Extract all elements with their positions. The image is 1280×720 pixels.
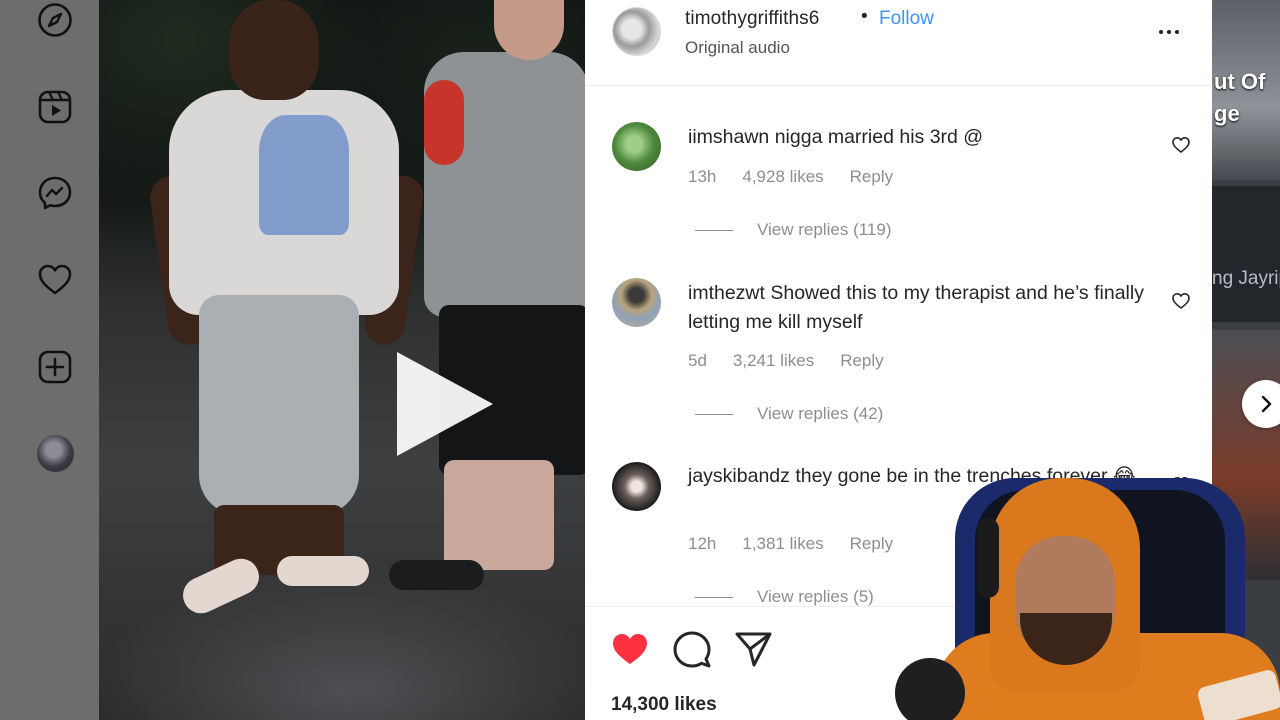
thumbnail-caption: ng Jayrip — [1212, 268, 1280, 289]
video-figure — [444, 460, 554, 570]
replies-divider — [695, 229, 733, 231]
explore-icon[interactable] — [35, 0, 75, 40]
webcam-overlay — [895, 478, 1280, 720]
replies-divider — [695, 596, 733, 598]
microphone — [895, 658, 965, 720]
comment-text: nigga married his 3rd @ — [774, 126, 984, 148]
comment-time: 12h — [688, 534, 717, 553]
view-replies-button[interactable]: View replies (119) — [695, 220, 892, 240]
commenter-username[interactable]: jayskibandz — [688, 465, 790, 487]
comment-icon[interactable] — [672, 629, 712, 669]
left-nav-rail — [0, 0, 99, 720]
video-figure — [277, 556, 369, 586]
comment-time: 5d — [688, 351, 707, 370]
messenger-icon[interactable] — [35, 173, 75, 213]
video-figure — [424, 80, 464, 165]
video-figure — [389, 560, 484, 590]
video-figure — [229, 0, 319, 100]
commenter-avatar[interactable] — [612, 278, 661, 327]
comment-likes[interactable]: 4,928 likes — [742, 167, 823, 186]
view-replies-label: View replies (119) — [757, 220, 892, 239]
reply-button[interactable]: Reply — [850, 167, 893, 186]
commenter-avatar[interactable] — [612, 122, 661, 171]
comment-like-icon[interactable] — [1171, 291, 1191, 311]
likes-count[interactable]: 14,300 likes — [611, 694, 717, 716]
post-header: timothygriffiths6 • Follow Original audi… — [585, 0, 1212, 86]
comment-meta: 5d 3,241 likes Reply — [688, 351, 910, 371]
reel-video[interactable] — [99, 0, 585, 720]
like-heart-icon[interactable] — [610, 629, 650, 669]
reels-icon[interactable] — [35, 87, 75, 127]
follow-button[interactable]: Follow — [879, 8, 934, 30]
profile-avatar[interactable] — [37, 435, 74, 472]
create-icon[interactable] — [35, 347, 75, 387]
comment-body: iimshawn nigga married his 3rd @ — [688, 123, 1158, 152]
commenter-username[interactable]: imthezwt — [688, 282, 765, 304]
replies-divider — [695, 413, 733, 415]
comment-like-icon[interactable] — [1171, 135, 1191, 155]
commenter-username[interactable]: iimshawn — [688, 126, 769, 148]
comment-body: imthezwt Showed this to my therapist and… — [688, 279, 1158, 337]
comment-likes[interactable]: 3,241 likes — [733, 351, 814, 370]
view-replies-label: View replies (42) — [757, 404, 884, 423]
author-avatar[interactable] — [612, 7, 661, 56]
video-figure — [259, 115, 349, 235]
view-replies-button[interactable]: View replies (5) — [695, 587, 874, 607]
commenter-avatar[interactable] — [612, 462, 661, 511]
author-username[interactable]: timothygriffiths6 — [685, 8, 819, 30]
view-replies-button[interactable]: View replies (42) — [695, 404, 883, 424]
thumbnail-caption: ut Of ge — [1214, 69, 1266, 126]
play-icon[interactable] — [397, 352, 493, 456]
screen: timothygriffiths6 • Follow Original audi… — [0, 0, 1280, 720]
share-icon[interactable] — [733, 629, 773, 669]
headset — [977, 518, 999, 598]
heart-icon[interactable] — [35, 260, 75, 300]
comment-meta: 13h 4,928 likes Reply — [688, 167, 919, 187]
comment-time: 13h — [688, 167, 717, 186]
separator-dot: • — [861, 6, 868, 27]
video-figure — [199, 295, 359, 515]
audio-label[interactable]: Original audio — [685, 38, 790, 58]
view-replies-label: View replies (5) — [757, 587, 874, 606]
reel-thumbnail[interactable] — [1212, 186, 1280, 322]
comment-likes[interactable]: 1,381 likes — [742, 534, 823, 553]
more-options-icon[interactable] — [1155, 18, 1183, 46]
reply-button[interactable]: Reply — [850, 534, 893, 553]
comment-meta: 12h 1,381 likes Reply — [688, 534, 919, 554]
reply-button[interactable]: Reply — [840, 351, 883, 370]
